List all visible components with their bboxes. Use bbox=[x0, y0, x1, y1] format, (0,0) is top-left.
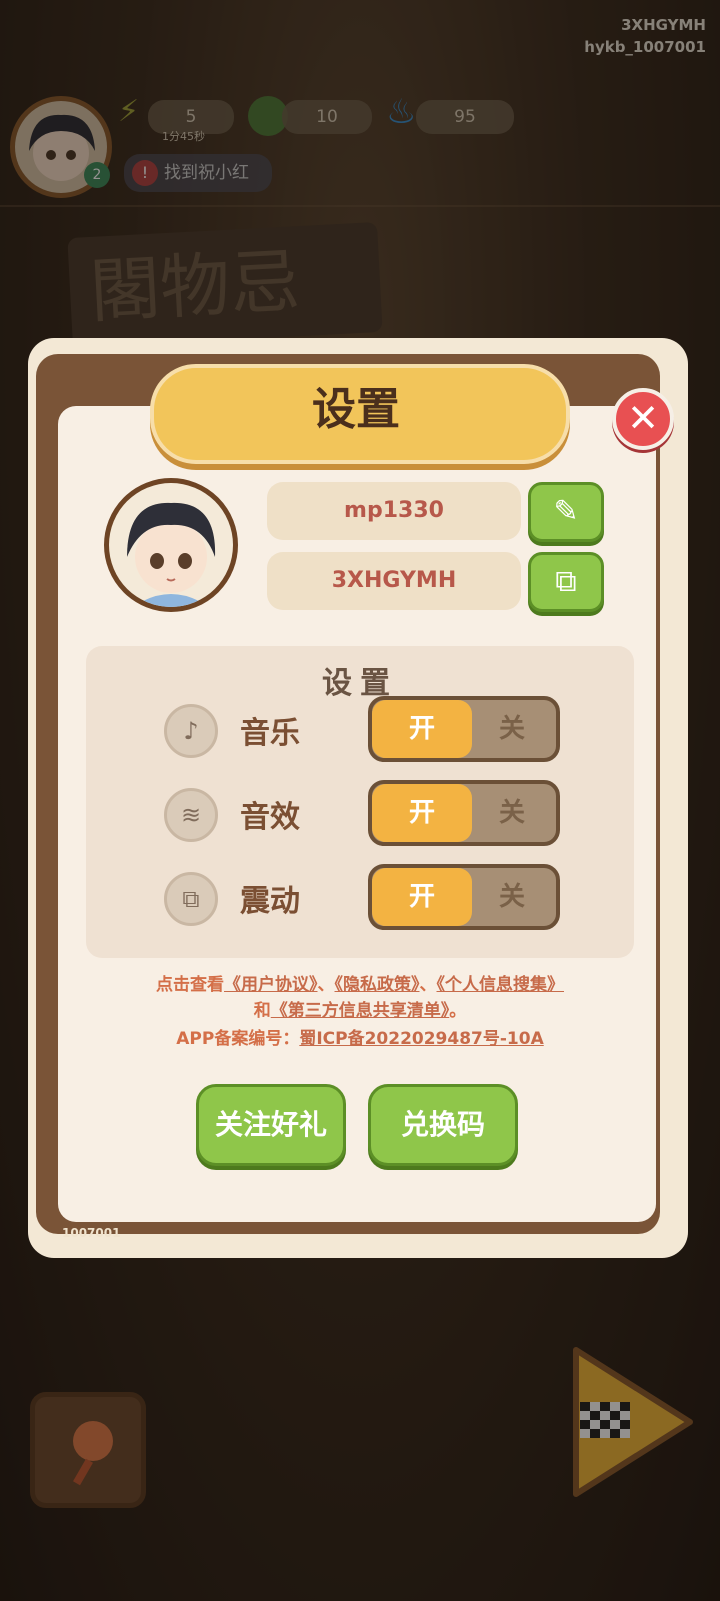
redeem-code-button[interactable]: 兑换码 bbox=[368, 1084, 518, 1166]
legal-separator: 、 bbox=[317, 975, 335, 995]
music-on-option[interactable]: 开 bbox=[372, 700, 472, 758]
sound-effect-on-option[interactable]: 开 bbox=[372, 784, 472, 842]
third-party-link[interactable]: 《第三方信息共享清单》 bbox=[271, 1001, 450, 1021]
pencil-icon: ✎ bbox=[553, 494, 579, 529]
build-id: 1007001 bbox=[62, 1226, 121, 1240]
profile-avatar-image bbox=[109, 483, 233, 607]
dialog-title: 设置 bbox=[312, 384, 400, 435]
username-field: mp1330 bbox=[267, 482, 521, 540]
vibration-on-option[interactable]: 开 bbox=[372, 868, 472, 926]
vibration-label: 震动 bbox=[240, 884, 300, 919]
legal-prefix: 点击查看 bbox=[156, 975, 224, 995]
sound-effect-label: 音效 bbox=[240, 800, 300, 835]
profile-avatar[interactable] bbox=[104, 478, 238, 612]
sound-effect-off-option[interactable]: 关 bbox=[472, 784, 552, 842]
personal-info-link[interactable]: 《个人信息搜集》 bbox=[437, 975, 565, 995]
privacy-policy-link[interactable]: 《隐私政策》 bbox=[335, 975, 420, 995]
sound-effect-icon: ≋ bbox=[164, 788, 218, 842]
music-label: 音乐 bbox=[240, 716, 300, 751]
icp-number-link[interactable]: 蜀ICP备2022029487号-10A bbox=[299, 1029, 543, 1049]
close-button[interactable]: ✕ bbox=[612, 388, 674, 450]
vibration-icon: ⧉ bbox=[164, 872, 218, 926]
copy-code-button[interactable]: ⧉ bbox=[528, 552, 604, 612]
legal-end: 。 bbox=[449, 1001, 467, 1021]
user-code-field: 3XHGYMH bbox=[267, 552, 521, 610]
legal-line-1: 点击查看《用户协议》、《隐私政策》、《个人信息搜集》 bbox=[0, 970, 720, 995]
vibration-off-option[interactable]: 关 bbox=[472, 868, 552, 926]
edit-name-button[interactable]: ✎ bbox=[528, 482, 604, 542]
follow-gift-button[interactable]: 关注好礼 bbox=[196, 1084, 346, 1166]
legal-line-2: 和《第三方信息共享清单》。 bbox=[0, 996, 720, 1021]
icp-label: APP备案编号： bbox=[176, 1029, 300, 1049]
user-agreement-link[interactable]: 《用户协议》 bbox=[224, 975, 318, 995]
icp-line: APP备案编号：蜀ICP备2022029487号-10A bbox=[0, 1024, 720, 1049]
copy-icon: ⧉ bbox=[555, 564, 577, 599]
legal-and: 和 bbox=[253, 1001, 271, 1021]
legal-separator: 、 bbox=[419, 975, 437, 995]
music-off-option[interactable]: 关 bbox=[472, 700, 552, 758]
settings-heading: 设置 bbox=[322, 666, 398, 701]
music-icon: ♪ bbox=[164, 704, 218, 758]
